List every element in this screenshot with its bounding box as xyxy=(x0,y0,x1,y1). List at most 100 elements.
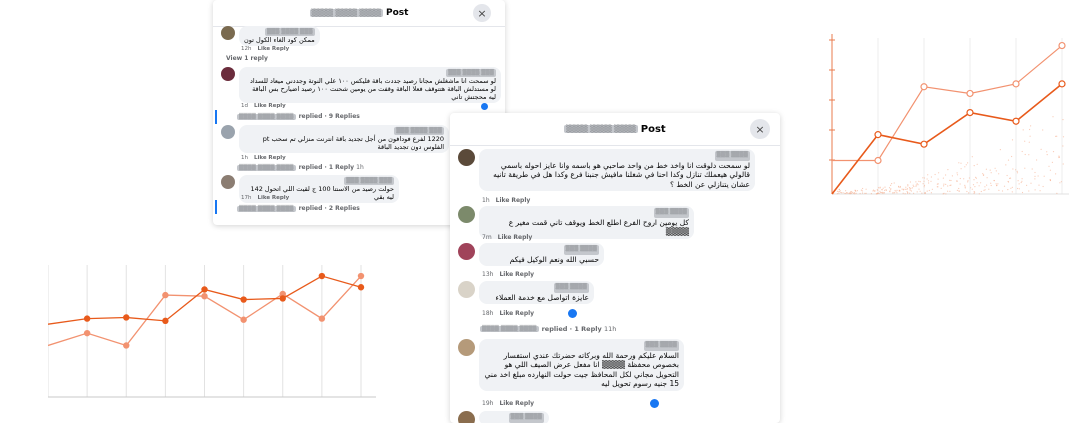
comment-actions: 18h Like Reply xyxy=(482,310,534,317)
avatar[interactable] xyxy=(221,175,235,189)
commenter-name[interactable]: ▒▒▒ ▒▒▒▒ xyxy=(654,208,689,218)
replier-name: ▒▒▒▒ ▒▒▒▒ ▒▒▒▒ xyxy=(237,114,296,120)
texture-dot xyxy=(945,193,946,194)
commenter-name[interactable]: ▒▒▒ ▒▒▒▒ ▒▒▒ xyxy=(344,177,394,185)
comment-bubble: ▒▒▒ ▒▒▒▒ لو سمحت دلوقت انا واخد خط من وا… xyxy=(479,149,755,191)
commenter-name[interactable]: ▒▒▒ ▒▒▒▒ xyxy=(564,245,599,255)
texture-dot xyxy=(1059,182,1060,183)
like-link[interactable]: Like xyxy=(498,234,512,241)
commenter-name[interactable]: ▒▒▒ ▒▒▒▒ xyxy=(509,413,544,423)
avatar[interactable] xyxy=(458,281,475,298)
avatar[interactable] xyxy=(458,206,475,223)
texture-dot xyxy=(896,190,897,191)
texture-dot xyxy=(1048,166,1049,167)
comment-actions: 1h Like Reply xyxy=(241,155,286,161)
avatar[interactable] xyxy=(458,411,475,423)
texture-dot xyxy=(883,188,884,189)
texture-dot xyxy=(1050,179,1051,180)
texture-dot xyxy=(918,189,919,190)
comment-actions: 17h Like Reply xyxy=(241,195,289,201)
replies-link[interactable]: ▒▒▒▒ ▒▒▒▒ ▒▒▒▒ replied · 9 Replies xyxy=(237,113,360,120)
reply-link[interactable]: Reply xyxy=(272,46,289,52)
avatar[interactable] xyxy=(221,67,235,81)
replies-link[interactable]: ▒▒▒▒ ▒▒▒▒ ▒▒▒▒ replied · 1 Reply 1h xyxy=(237,164,364,171)
reply-link[interactable]: Reply xyxy=(515,310,534,317)
like-link[interactable]: Like xyxy=(254,155,267,161)
replies-link[interactable]: ▒▒▒▒ ▒▒▒▒ ▒▒▒▒ replied · 2 Replies xyxy=(237,205,360,212)
texture-dot xyxy=(856,193,857,194)
texture-dot xyxy=(983,175,984,176)
texture-dot xyxy=(1007,189,1008,190)
texture-dot xyxy=(854,192,855,193)
like-link[interactable]: Like xyxy=(257,195,270,201)
commenter-name[interactable]: ▒▒▒ ▒▒▒▒ xyxy=(554,283,589,293)
comment-time[interactable]: 18h xyxy=(482,310,493,317)
data-point xyxy=(201,286,207,292)
like-link[interactable]: Like xyxy=(499,400,513,407)
texture-dot xyxy=(965,186,966,187)
avatar[interactable] xyxy=(221,26,235,40)
reply-link[interactable]: Reply xyxy=(515,400,534,407)
data-point xyxy=(967,110,973,116)
comment-time[interactable]: 1h xyxy=(482,197,490,204)
texture-dot xyxy=(1022,151,1023,152)
reply-link[interactable]: Reply xyxy=(268,155,285,161)
replies-text: replied · 1 Reply xyxy=(299,164,354,171)
avatar[interactable] xyxy=(221,125,235,139)
texture-dot xyxy=(913,186,914,187)
commenter-name[interactable]: ▒▒▒ ▒▒▒▒ xyxy=(644,341,679,351)
texture-dot xyxy=(925,192,926,193)
avatar[interactable] xyxy=(458,339,475,356)
comment-time[interactable]: 19h xyxy=(482,400,493,407)
texture-dot xyxy=(873,190,874,191)
comment-time[interactable]: 7m xyxy=(482,234,492,241)
texture-dot xyxy=(947,185,948,186)
texture-dot xyxy=(1035,189,1036,190)
texture-dot xyxy=(982,173,983,174)
texture-dot xyxy=(960,183,961,184)
comment-time[interactable]: 1h xyxy=(241,155,248,161)
close-icon: × xyxy=(477,7,486,20)
commenter-name[interactable]: ▒▒▒ ▒▒▒▒ ▒▒▒ xyxy=(265,28,315,36)
reply-link[interactable]: Reply xyxy=(511,197,530,204)
comment-time[interactable]: 17h xyxy=(241,195,251,201)
texture-dot xyxy=(913,193,914,194)
texture-dot xyxy=(880,192,881,193)
comment-time[interactable]: 12h xyxy=(241,46,251,52)
commenter-name[interactable]: ▒▒▒ ▒▒▒▒ ▒▒▒ xyxy=(394,127,444,135)
texture-dot xyxy=(966,164,967,165)
like-link[interactable]: Like xyxy=(254,103,267,109)
texture-dot xyxy=(998,190,999,191)
comment-time[interactable]: 13h xyxy=(482,271,493,278)
like-link[interactable]: Like xyxy=(499,310,513,317)
avatar[interactable] xyxy=(458,243,475,260)
reply-link[interactable]: Reply xyxy=(513,234,532,241)
texture-dot xyxy=(1052,162,1053,163)
texture-dot xyxy=(965,187,966,188)
texture-dot xyxy=(1005,164,1006,165)
like-link[interactable]: Like xyxy=(257,46,270,52)
commenter-name[interactable]: ▒▒▒ ▒▒▒▒ xyxy=(715,151,750,161)
texture-dot xyxy=(943,193,944,194)
reply-link[interactable]: Reply xyxy=(268,103,285,109)
view-replies-link[interactable]: View 1 reply xyxy=(226,55,268,62)
reply-link[interactable]: Reply xyxy=(515,271,534,278)
replies-link[interactable]: ▒▒▒▒ ▒▒▒▒ ▒▒▒▒ replied · 1 Reply 11h xyxy=(480,325,616,333)
close-button[interactable]: × xyxy=(750,119,770,139)
comment-bubble: ▒▒▒ ▒▒▒▒ ▒▒▒ 1220 لفرع فودافون من أجل تج… xyxy=(239,125,449,153)
texture-dot xyxy=(958,188,959,189)
texture-dot xyxy=(1024,168,1025,169)
texture-dot xyxy=(1036,159,1037,160)
comment-actions: 13h Like Reply xyxy=(482,271,534,278)
post-window-header: ▒▒▒▒ ▒▒▒▒ ▒▒▒▒ Post xyxy=(213,0,505,27)
close-button[interactable]: × xyxy=(473,4,491,22)
commenter-name[interactable]: ▒▒▒ ▒▒▒▒ ▒▒▒ xyxy=(446,69,496,77)
texture-dot xyxy=(1000,149,1001,150)
comment-time[interactable]: 1d xyxy=(241,103,248,109)
like-link[interactable]: Like xyxy=(496,197,510,204)
avatar[interactable] xyxy=(458,149,475,166)
like-link[interactable]: Like xyxy=(499,271,513,278)
texture-dot xyxy=(967,162,968,163)
texture-dot xyxy=(912,187,913,188)
reply-link[interactable]: Reply xyxy=(272,195,289,201)
